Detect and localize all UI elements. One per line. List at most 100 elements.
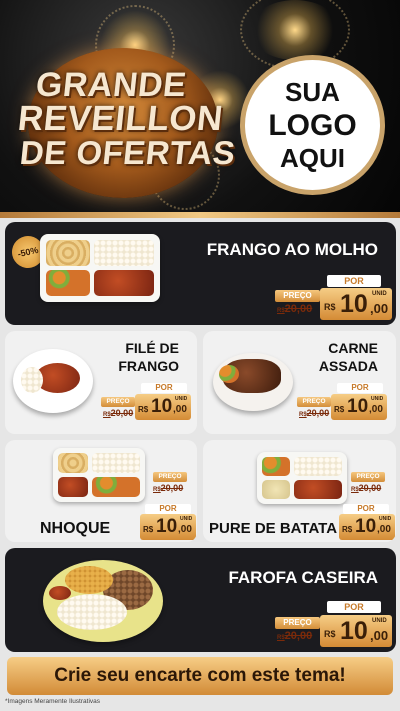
food-item xyxy=(58,453,88,473)
unit-label: UNID xyxy=(180,516,193,522)
food-item xyxy=(21,367,43,393)
footnote: *Imagens Meramente Ilustrativas xyxy=(5,698,101,705)
title-line-2: REVEILLON xyxy=(16,99,225,138)
product-card-file-de-frango[interactable]: FILÉ DE FRANGO POR PREÇO R$20,00 R$ 10 ,… xyxy=(5,331,197,434)
food-item xyxy=(92,453,140,473)
old-price-prefix: R$ xyxy=(299,412,307,418)
preco-label: PREÇO xyxy=(275,290,320,302)
food-bowl-image xyxy=(213,353,293,411)
new-price: R$ 10 ,00 UNID xyxy=(320,288,392,320)
preco-label: PREÇO xyxy=(297,397,331,407)
currency-label: R$ xyxy=(334,405,345,414)
unit-label: UNID xyxy=(372,291,387,297)
por-label: POR xyxy=(141,383,187,393)
title-line-3: DE OFERTAS xyxy=(18,134,238,171)
price-value: 10 xyxy=(156,516,178,537)
food-item xyxy=(46,270,90,296)
price-value: 10 xyxy=(340,617,368,645)
old-price: R$20,00 xyxy=(351,483,381,493)
food-item xyxy=(294,457,342,476)
currency-label: R$ xyxy=(143,525,154,534)
old-price-prefix: R$ xyxy=(277,308,285,314)
price-cents: ,00 xyxy=(370,628,389,643)
logo-text-2: LOGO xyxy=(268,108,357,142)
preco-label: PREÇO xyxy=(351,472,385,482)
price-cents: ,00 xyxy=(377,524,391,535)
por-label: POR xyxy=(145,504,191,514)
currency-label: R$ xyxy=(324,629,336,639)
food-item xyxy=(294,480,342,499)
food-item xyxy=(92,477,140,497)
food-bowl-image xyxy=(43,560,163,642)
food-bowl-image xyxy=(13,349,93,413)
price-value: 10 xyxy=(151,396,173,417)
new-price: R$ 10 ,00 UNID xyxy=(331,394,387,420)
preco-label: PREÇO xyxy=(101,397,135,407)
product-name: PURE DE BATATA xyxy=(209,520,338,537)
logo-text-3: AQUI xyxy=(280,142,345,173)
food-tray-image xyxy=(257,452,347,504)
old-price: R$20,00 xyxy=(153,483,183,493)
new-price: R$ 10 ,00 UNID xyxy=(135,394,191,420)
price-cents: ,00 xyxy=(173,404,187,415)
food-item xyxy=(94,240,154,266)
food-item xyxy=(57,594,127,630)
old-price-value: 20,00 xyxy=(306,408,330,418)
old-price-value: 20,00 xyxy=(110,408,134,418)
old-price: R$20,00 xyxy=(277,303,312,315)
food-item xyxy=(262,457,290,476)
food-item xyxy=(262,480,290,499)
new-price: R$ 10 ,00 UNID xyxy=(140,514,196,540)
unit-label: UNID xyxy=(372,618,387,624)
old-price-prefix: R$ xyxy=(153,487,161,493)
product-card-pure-de-batata[interactable]: PREÇO R$20,00 POR PURE DE BATATA R$ 10 ,… xyxy=(203,440,396,542)
product-name: CARNE ASSADA xyxy=(319,339,378,375)
preco-label: PREÇO xyxy=(153,472,187,482)
price-value: 10 xyxy=(347,396,369,417)
old-price-value: 20,00 xyxy=(284,303,313,315)
old-price: R$20,00 xyxy=(277,630,312,642)
por-label: POR xyxy=(343,504,389,514)
food-tray-image xyxy=(53,448,145,502)
price-value: 10 xyxy=(340,290,368,318)
food-item xyxy=(94,270,154,296)
cta-banner[interactable]: Crie seu encarte com este tema! xyxy=(7,657,393,695)
currency-label: R$ xyxy=(138,405,149,414)
food-item xyxy=(219,365,239,383)
food-item xyxy=(49,586,71,600)
product-name-line-2: FRANGO xyxy=(118,358,179,374)
product-card-farofa-caseira[interactable]: FAROFA CASEIRA POR PREÇO R$20,00 R$ 10 ,… xyxy=(5,548,396,652)
price-cents: ,00 xyxy=(370,301,389,316)
old-price: R$20,00 xyxy=(103,408,133,418)
new-price: R$ 10 ,00 UNID xyxy=(320,615,392,647)
food-item xyxy=(65,566,113,594)
currency-label: R$ xyxy=(342,525,353,534)
price-cents: ,00 xyxy=(178,524,192,535)
product-card-carne-assada[interactable]: CARNE ASSADA POR PREÇO R$20,00 R$ 10 ,00… xyxy=(203,331,396,434)
product-name: FAROFA CASEIRA xyxy=(228,568,378,587)
product-name: NHOQUE xyxy=(40,520,111,537)
product-name-line-1: CARNE xyxy=(328,340,378,356)
currency-label: R$ xyxy=(324,302,336,312)
product-card-frango-ao-molho[interactable]: -50% FRANGO AO MOLHO POR PREÇO R$20,00 R… xyxy=(5,222,396,325)
product-name-line-2: ASSADA xyxy=(318,358,378,374)
food-tray-image xyxy=(40,234,160,302)
product-name: FILÉ DE FRANGO xyxy=(118,339,179,375)
old-price-prefix: R$ xyxy=(277,635,285,641)
por-label: POR xyxy=(327,601,381,613)
logo-text-1: SUA xyxy=(285,76,340,107)
product-card-nhoque[interactable]: PREÇO R$20,00 POR NHOQUE R$ 10 ,00 UNID xyxy=(5,440,197,542)
old-price-value: 20,00 xyxy=(160,483,184,493)
por-label: POR xyxy=(327,275,381,287)
product-name-line-1: FILÉ DE xyxy=(125,340,179,356)
preco-label: PREÇO xyxy=(275,617,320,629)
old-price-prefix: R$ xyxy=(351,487,359,493)
product-name: FRANGO AO MOLHO xyxy=(206,240,378,259)
old-price-prefix: R$ xyxy=(103,412,111,418)
logo-placeholder[interactable]: SUA LOGO AQUI xyxy=(240,55,385,195)
food-item xyxy=(58,477,88,497)
price-cents: ,00 xyxy=(369,404,383,415)
food-item xyxy=(46,240,90,266)
unit-label: UNID xyxy=(379,516,392,522)
old-price-value: 20,00 xyxy=(358,483,382,493)
